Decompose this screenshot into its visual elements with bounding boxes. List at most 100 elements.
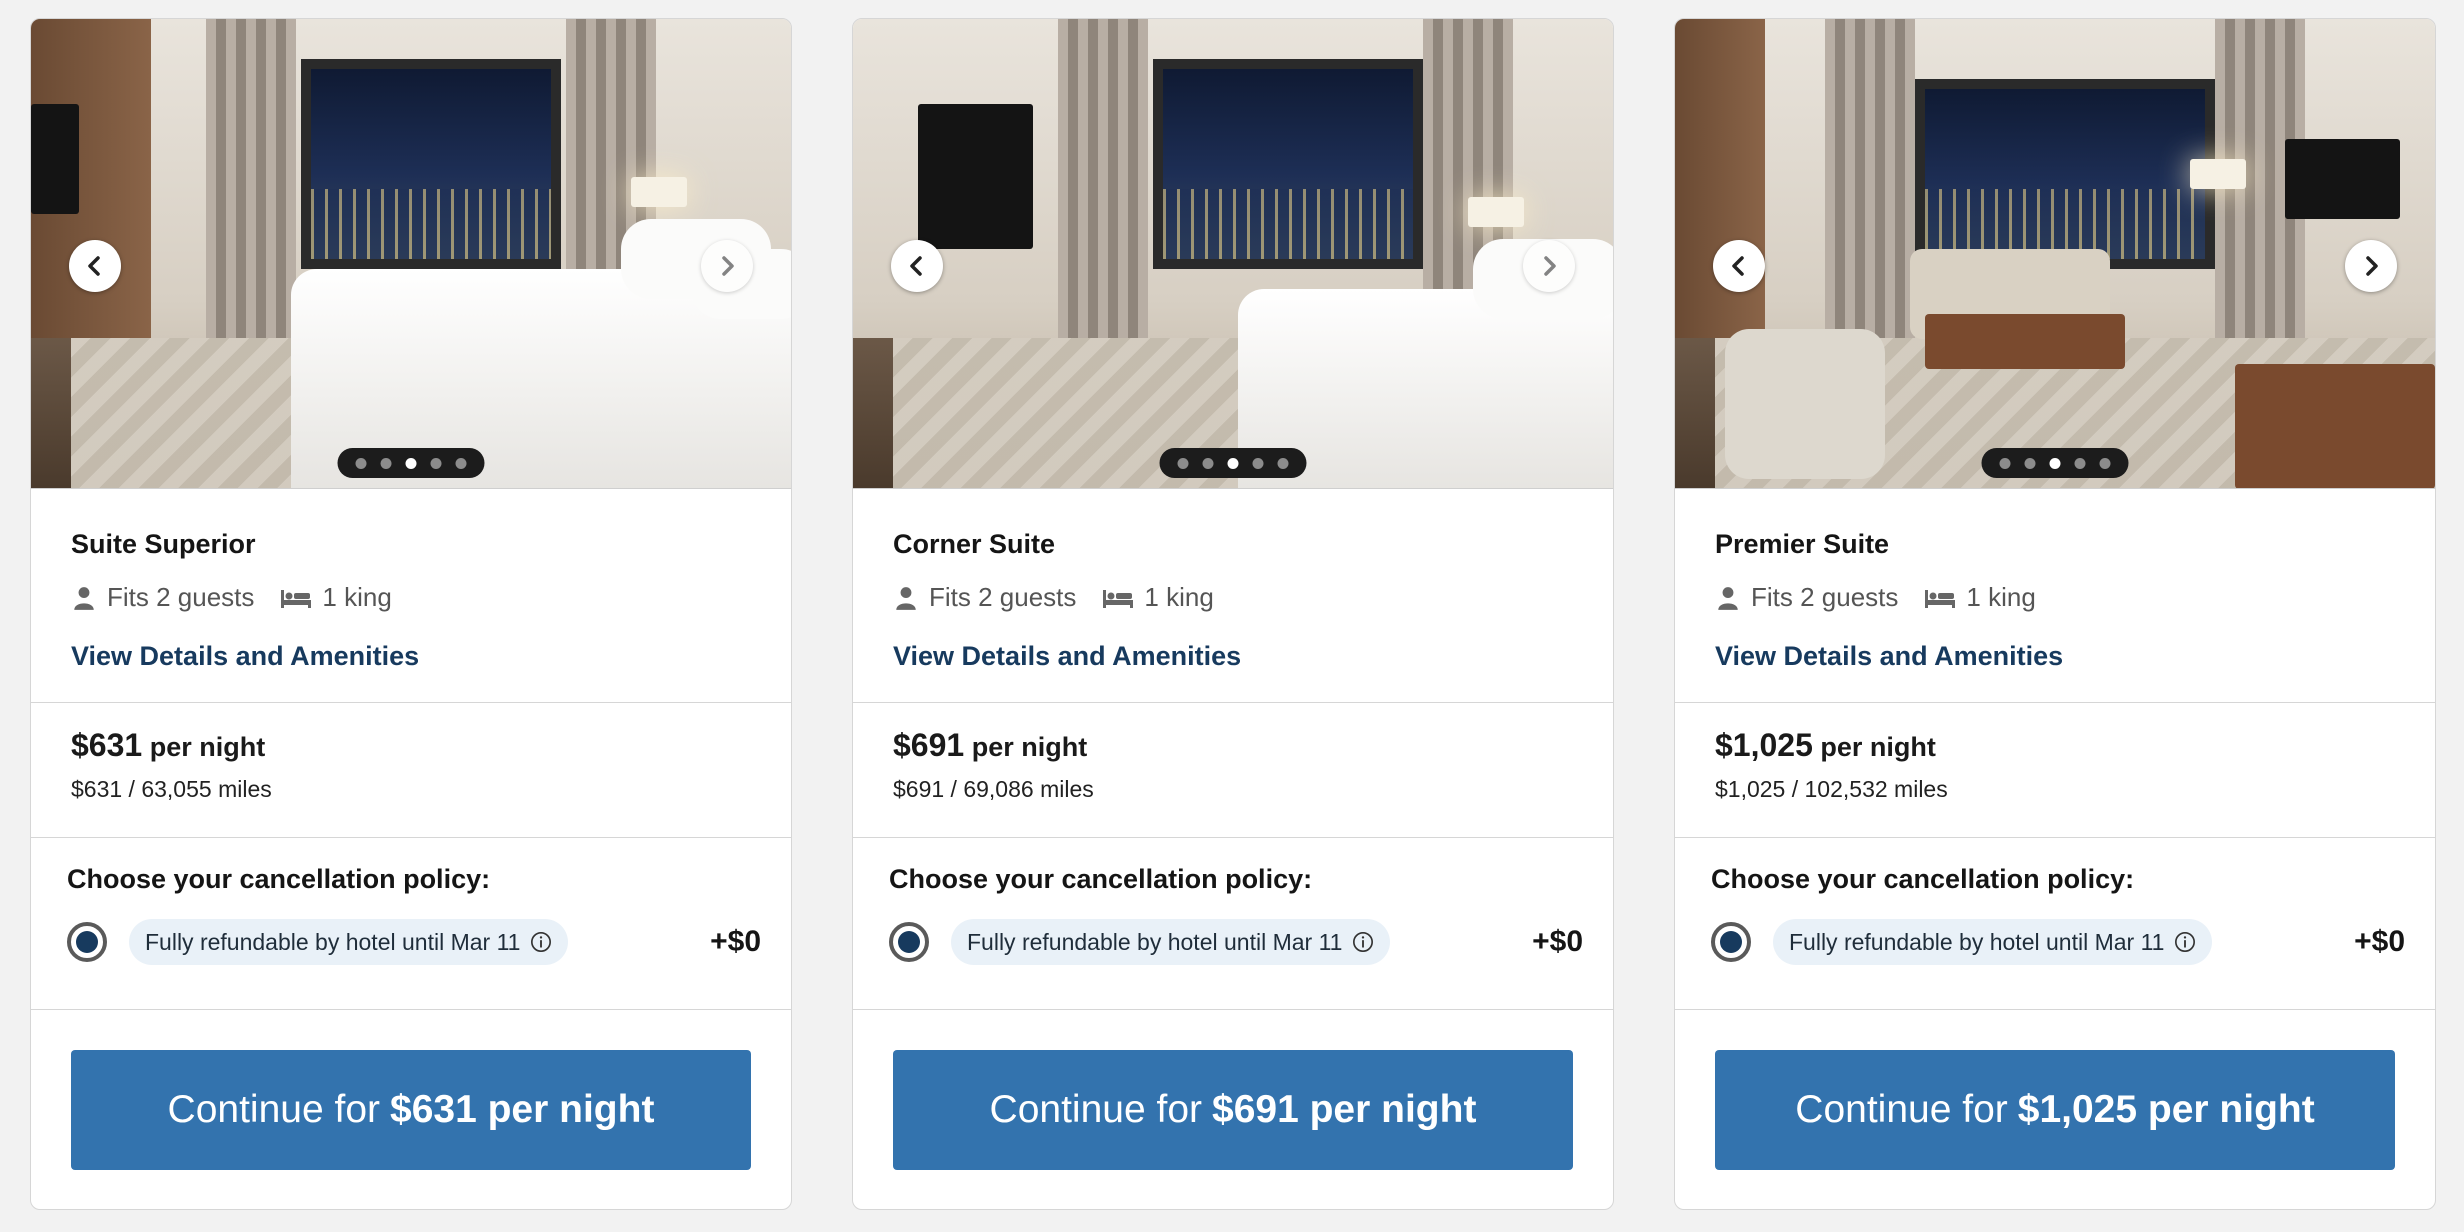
info-icon[interactable]	[2174, 931, 2196, 953]
room-photo-carousel	[31, 19, 791, 489]
continue-price: $631 per night	[390, 1088, 655, 1131]
carousel-dot[interactable]	[1252, 457, 1264, 469]
room-info: Suite Superior Fits 2 guests 1 king View…	[31, 489, 791, 703]
carousel-indicator	[337, 448, 485, 478]
price-section: $631 per night $631 / 63,055 miles	[31, 703, 791, 838]
chevron-left-icon	[1727, 254, 1751, 278]
carousel-dot-active[interactable]	[1227, 457, 1239, 469]
policy-label: Fully refundable by hotel until Mar 11	[967, 928, 1343, 955]
carousel-dot[interactable]	[380, 457, 392, 469]
carousel-dot[interactable]	[355, 457, 367, 469]
chevron-right-icon	[1537, 254, 1561, 278]
guest-capacity: Fits 2 guests	[1751, 582, 1899, 612]
carousel-dot[interactable]	[430, 457, 442, 469]
carousel-indicator	[1981, 448, 2129, 478]
continue-label: Continue for	[167, 1088, 381, 1131]
cta-container: Continue for $631 per night	[31, 1010, 791, 1170]
price-unit: per night	[971, 732, 1088, 762]
room-meta: Fits 2 guests 1 king	[1715, 582, 2395, 613]
carousel-prev-button[interactable]	[1713, 240, 1765, 292]
carousel-indicator	[1159, 448, 1307, 478]
price-amount: $691	[893, 727, 965, 763]
continue-button[interactable]: Continue for $1,025 per night	[1715, 1050, 2395, 1170]
bed-icon	[280, 585, 312, 611]
view-details-link[interactable]: View Details and Amenities	[893, 641, 1241, 672]
carousel-dot-active[interactable]	[2049, 457, 2061, 469]
view-details-link[interactable]: View Details and Amenities	[71, 641, 419, 672]
room-meta: Fits 2 guests 1 king	[893, 582, 1573, 613]
price-unit: per night	[149, 732, 266, 762]
policy-badge: Fully refundable by hotel until Mar 11	[1773, 919, 2213, 965]
view-details-link[interactable]: View Details and Amenities	[1715, 641, 2063, 672]
radio-selected-dot	[1720, 931, 1742, 953]
bed-icon	[1102, 585, 1134, 611]
carousel-next-button[interactable]	[1523, 240, 1575, 292]
room-name: Suite Superior	[71, 529, 256, 559]
room-photo	[1675, 19, 2435, 488]
policy-price-addon: +$0	[1532, 925, 1583, 958]
policy-option[interactable]: Fully refundable by hotel until Mar 11 +…	[889, 919, 1583, 965]
person-icon	[71, 585, 97, 611]
person-icon	[1715, 585, 1741, 611]
cta-container: Continue for $1,025 per night	[1675, 1010, 2435, 1170]
policy-badge: Fully refundable by hotel until Mar 11	[951, 919, 1391, 965]
nightly-price: $1,025 per night	[1715, 727, 2395, 764]
room-info: Corner Suite Fits 2 guests 1 king View D…	[853, 489, 1613, 703]
price-miles: $631 / 63,055 miles	[71, 776, 272, 802]
room-card-corner-suite: Corner Suite Fits 2 guests 1 king View D…	[852, 18, 1614, 1210]
chevron-left-icon	[905, 254, 929, 278]
room-name: Premier Suite	[1715, 529, 1890, 559]
bed-type: 1 king	[1144, 582, 1214, 612]
carousel-next-button[interactable]	[2345, 240, 2397, 292]
price-miles: $1,025 / 102,532 miles	[1715, 776, 1948, 802]
price-miles: $691 / 69,086 miles	[893, 776, 1094, 802]
carousel-prev-button[interactable]	[891, 240, 943, 292]
carousel-dot[interactable]	[1277, 457, 1289, 469]
policy-price-addon: +$0	[710, 925, 761, 958]
policy-label: Fully refundable by hotel until Mar 11	[145, 928, 521, 955]
bed-type: 1 king	[1966, 582, 2036, 612]
info-icon[interactable]	[530, 931, 552, 953]
price-unit: per night	[1820, 732, 1936, 762]
price-amount: $631	[71, 727, 143, 763]
room-photo-carousel	[853, 19, 1613, 489]
nightly-price: $691 per night	[893, 727, 1573, 764]
continue-button[interactable]: Continue for $691 per night	[893, 1050, 1573, 1170]
carousel-dot[interactable]	[455, 457, 467, 469]
room-card-premier-suite: Premier Suite Fits 2 guests 1 king View …	[1674, 18, 2436, 1210]
cta-container: Continue for $691 per night	[853, 1010, 1613, 1170]
carousel-prev-button[interactable]	[69, 240, 121, 292]
carousel-dot[interactable]	[1999, 457, 2011, 469]
price-section: $691 per night $691 / 69,086 miles	[853, 703, 1613, 838]
room-name: Corner Suite	[893, 529, 1056, 559]
price-amount: $1,025	[1715, 727, 1813, 763]
continue-label: Continue for	[1795, 1088, 2008, 1131]
continue-price: $691 per night	[1212, 1088, 1477, 1131]
cancellation-title: Choose your cancellation policy:	[67, 864, 491, 894]
cancellation-section: Choose your cancellation policy: Fully r…	[1675, 838, 2435, 1010]
policy-radio[interactable]	[889, 922, 929, 962]
nightly-price: $631 per night	[71, 727, 751, 764]
carousel-dot[interactable]	[1177, 457, 1189, 469]
bed-icon	[1924, 585, 1956, 611]
policy-option[interactable]: Fully refundable by hotel until Mar 11 +…	[1711, 919, 2405, 965]
policy-badge: Fully refundable by hotel until Mar 11	[129, 919, 569, 965]
room-photo	[853, 19, 1613, 488]
carousel-dot[interactable]	[2024, 457, 2036, 469]
carousel-dot[interactable]	[2099, 457, 2111, 469]
policy-radio[interactable]	[67, 922, 107, 962]
room-photo	[31, 19, 791, 488]
continue-label: Continue for	[989, 1088, 1203, 1131]
continue-button[interactable]: Continue for $631 per night	[71, 1050, 751, 1170]
info-icon[interactable]	[1352, 931, 1374, 953]
carousel-dot[interactable]	[2074, 457, 2086, 469]
carousel-dot[interactable]	[1202, 457, 1214, 469]
room-meta: Fits 2 guests 1 king	[71, 582, 751, 613]
continue-price: $1,025 per night	[2017, 1088, 2315, 1131]
chevron-right-icon	[2359, 254, 2383, 278]
policy-radio[interactable]	[1711, 922, 1751, 962]
carousel-dot-active[interactable]	[405, 457, 417, 469]
carousel-next-button[interactable]	[701, 240, 753, 292]
chevron-right-icon	[715, 254, 739, 278]
policy-option[interactable]: Fully refundable by hotel until Mar 11 +…	[67, 919, 761, 965]
